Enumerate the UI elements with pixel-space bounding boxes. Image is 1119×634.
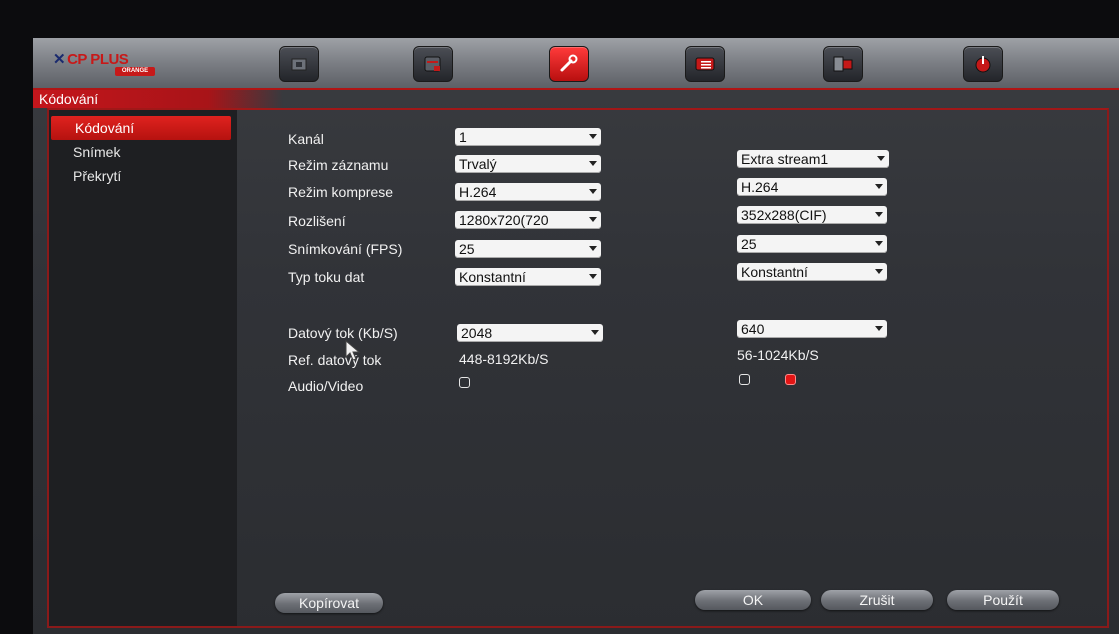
- ref-bitrate-extra-value: 56-1024Kb/S: [737, 347, 819, 363]
- power-icon[interactable]: [963, 46, 1003, 82]
- record-mode-select[interactable]: Trvalý: [455, 155, 601, 173]
- fps-label: Snímkování (FPS): [288, 241, 403, 257]
- audio-video-main-checkbox[interactable]: [459, 377, 470, 388]
- compression-select[interactable]: H.264: [455, 183, 601, 201]
- bitrate-label: Datový tok (Kb/S): [288, 325, 398, 341]
- bitrate-type-label: Typ toku dat: [288, 269, 365, 285]
- sidebar: Kódování Snímek Překrytí: [49, 110, 237, 626]
- sidebar-item-encoding[interactable]: Kódování: [51, 116, 231, 140]
- extra-stream-select[interactable]: Extra stream1: [737, 150, 889, 168]
- bitrate-select[interactable]: 2048: [457, 324, 603, 342]
- storage-icon[interactable]: [413, 46, 453, 82]
- sidebar-item-overlay[interactable]: Překrytí: [49, 164, 237, 188]
- camera-icon[interactable]: [279, 46, 319, 82]
- compression-label: Režim komprese: [288, 184, 394, 200]
- audio-video-label: Audio/Video: [288, 378, 364, 394]
- page-title: Kódování: [39, 91, 99, 107]
- copy-button[interactable]: Kopírovat: [275, 593, 383, 613]
- bitrate-type-select[interactable]: Konstantní: [455, 268, 601, 286]
- resolution-select[interactable]: 1280x720(720: [455, 211, 601, 229]
- extra-bitrate-type-select[interactable]: Konstantní: [737, 263, 887, 281]
- mouse-cursor-icon: [345, 340, 361, 361]
- ref-bitrate-label: Ref. datový tok: [288, 352, 382, 368]
- sidebar-item-snapshot[interactable]: Snímek: [49, 140, 237, 164]
- channel-label: Kanál: [288, 131, 324, 147]
- ref-bitrate-main-value: 448-8192Kb/S: [459, 351, 549, 367]
- resolution-label: Rozlišení: [288, 213, 346, 229]
- top-menu-bar: ✕ CP PLUS ORANGE: [33, 38, 1119, 90]
- brand-logo: ✕ CP PLUS ORANGE: [53, 50, 163, 78]
- cancel-button[interactable]: Zrušit: [821, 590, 933, 610]
- fps-select[interactable]: 25: [455, 240, 601, 258]
- extra-fps-select[interactable]: 25: [737, 235, 887, 253]
- settings-wrench-icon[interactable]: [549, 46, 589, 82]
- dvr-screen: ✕ CP PLUS ORANGE Kódování Kódování Snímek…: [33, 38, 1119, 634]
- extra-compression-select[interactable]: H.264: [737, 178, 887, 196]
- channel-select[interactable]: 1: [455, 128, 601, 146]
- record-mode-label: Režim záznamu: [288, 157, 389, 173]
- info-icon[interactable]: [685, 46, 725, 82]
- extra-resolution-select[interactable]: 352x288(CIF): [737, 206, 887, 224]
- advanced-icon[interactable]: [823, 46, 863, 82]
- extra-bitrate-select[interactable]: 640: [737, 320, 887, 338]
- video-extra-checkbox[interactable]: [785, 374, 796, 385]
- apply-button[interactable]: Použít: [947, 590, 1059, 610]
- ok-button[interactable]: OK: [695, 590, 811, 610]
- audio-extra-checkbox[interactable]: [739, 374, 750, 385]
